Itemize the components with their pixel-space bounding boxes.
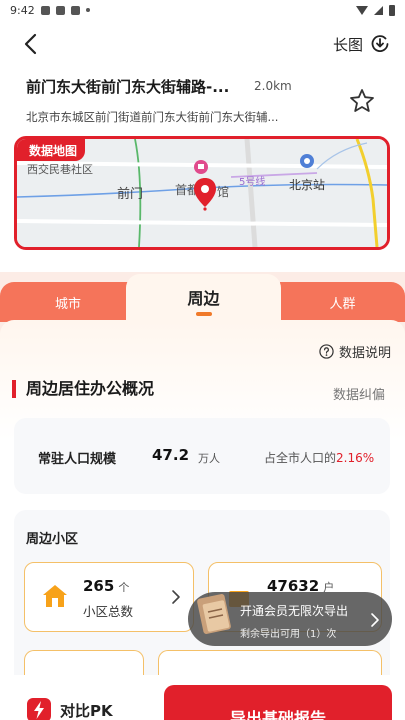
community-count-label: 小区总数 bbox=[83, 604, 134, 619]
compare-pk-button[interactable]: 对比PK bbox=[26, 697, 113, 720]
section-title: 周边居住办公概况 bbox=[12, 380, 154, 398]
map-label-line5: 5号线 bbox=[239, 177, 266, 188]
map-station-icon bbox=[300, 154, 314, 168]
map-location-pin-icon bbox=[194, 178, 216, 211]
data-explain-label: 数据说明 bbox=[338, 346, 391, 361]
poi-title: 前门东大街前门东大街辅路-... bbox=[26, 78, 230, 96]
bottom-action-bar: 对比PK 导出基础报告 bbox=[0, 675, 405, 720]
data-correction-button[interactable]: 数据纠偏 bbox=[333, 384, 385, 403]
wifi-icon bbox=[356, 5, 368, 15]
data-explain-button[interactable]: 数据说明 bbox=[319, 342, 391, 361]
population-share: 占全市人口的2.16% bbox=[264, 449, 374, 466]
star-icon bbox=[350, 89, 374, 112]
battery-icon bbox=[389, 4, 395, 16]
lightning-icon bbox=[27, 698, 51, 720]
export-report-button[interactable]: 导出基础报告 bbox=[164, 685, 392, 720]
app-icon bbox=[70, 5, 80, 15]
vip-export-toast[interactable]: 开通会员无限次导出 剩余导出可用（1）次 bbox=[188, 592, 392, 646]
map-label-west-community: 西交民巷社区 bbox=[27, 163, 93, 176]
data-map-card[interactable]: 数据地图 西交民巷社区 前门 首都 馆 5号线 北京站 bbox=[14, 136, 390, 250]
tab-people[interactable]: 人群 bbox=[280, 282, 405, 322]
document-gift-icon bbox=[197, 594, 231, 634]
back-arrow-icon bbox=[24, 33, 37, 55]
status-time: 9:42 bbox=[10, 3, 35, 17]
population-value: 47.2 bbox=[152, 446, 190, 464]
vip-toast-subtitle: 剩余导出可用（1）次 bbox=[240, 629, 337, 640]
chevron-right-icon bbox=[371, 613, 379, 627]
tab-surroundings[interactable]: 周边 bbox=[126, 274, 281, 326]
tab-active-indicator bbox=[195, 311, 212, 316]
surroundings-content: 数据说明 周边居住办公概况 数据纠偏 常驻人口规模 47.2 万人 占全市人口的… bbox=[0, 320, 405, 720]
long-image-button[interactable]: 长图 bbox=[333, 30, 391, 58]
population-share-prefix: 占全市人口的 bbox=[264, 451, 337, 465]
top-nav: 长图 bbox=[0, 24, 405, 64]
question-circle-icon bbox=[319, 344, 334, 359]
communities-title: 周边小区 bbox=[26, 532, 79, 547]
poi-address: 北京市东城区前门街道前门东大街前门东大街辅... bbox=[26, 110, 279, 124]
poi-distance: 2.0km bbox=[254, 79, 292, 93]
notification-icon bbox=[40, 5, 50, 15]
map-poi-pink-icon bbox=[194, 160, 208, 174]
population-card: 常驻人口规模 47.2 万人 占全市人口的2.16% bbox=[14, 418, 390, 494]
compare-pk-label: 对比PK bbox=[60, 701, 113, 720]
favorite-button[interactable] bbox=[348, 87, 376, 115]
signal-icon bbox=[374, 5, 383, 15]
house-icon bbox=[43, 585, 67, 607]
chevron-right-icon bbox=[172, 590, 180, 604]
community-count-box[interactable]: 265 个 小区总数 bbox=[24, 562, 194, 632]
download-circle-icon bbox=[371, 35, 389, 52]
population-label: 常驻人口规模 bbox=[38, 452, 117, 467]
population-share-pct: 2.16% bbox=[336, 451, 375, 465]
map-label-station: 北京站 bbox=[289, 178, 326, 192]
status-bar: 9:42 bbox=[0, 0, 405, 20]
long-image-label: 长图 bbox=[332, 35, 363, 54]
back-button[interactable] bbox=[14, 28, 46, 60]
community-count-value: 265 个 bbox=[83, 577, 130, 595]
vip-toast-title: 开通会员无限次导出 bbox=[240, 604, 349, 618]
map-label-museum-tail: 馆 bbox=[217, 185, 230, 199]
population-unit: 万人 bbox=[198, 452, 220, 465]
tab-surroundings-label: 周边 bbox=[187, 288, 220, 308]
data-map-badge: 数据地图 bbox=[17, 139, 86, 161]
tab-city[interactable]: 城市 bbox=[0, 282, 136, 322]
detail-section: 城市 人群 周边 数据说明 周边居住办公概况 数据纠偏 常驻人口规模 47.2 … bbox=[0, 272, 405, 720]
map-label-qianmen: 前门 bbox=[117, 187, 144, 202]
dot-icon bbox=[85, 8, 90, 12]
message-icon bbox=[55, 5, 65, 15]
